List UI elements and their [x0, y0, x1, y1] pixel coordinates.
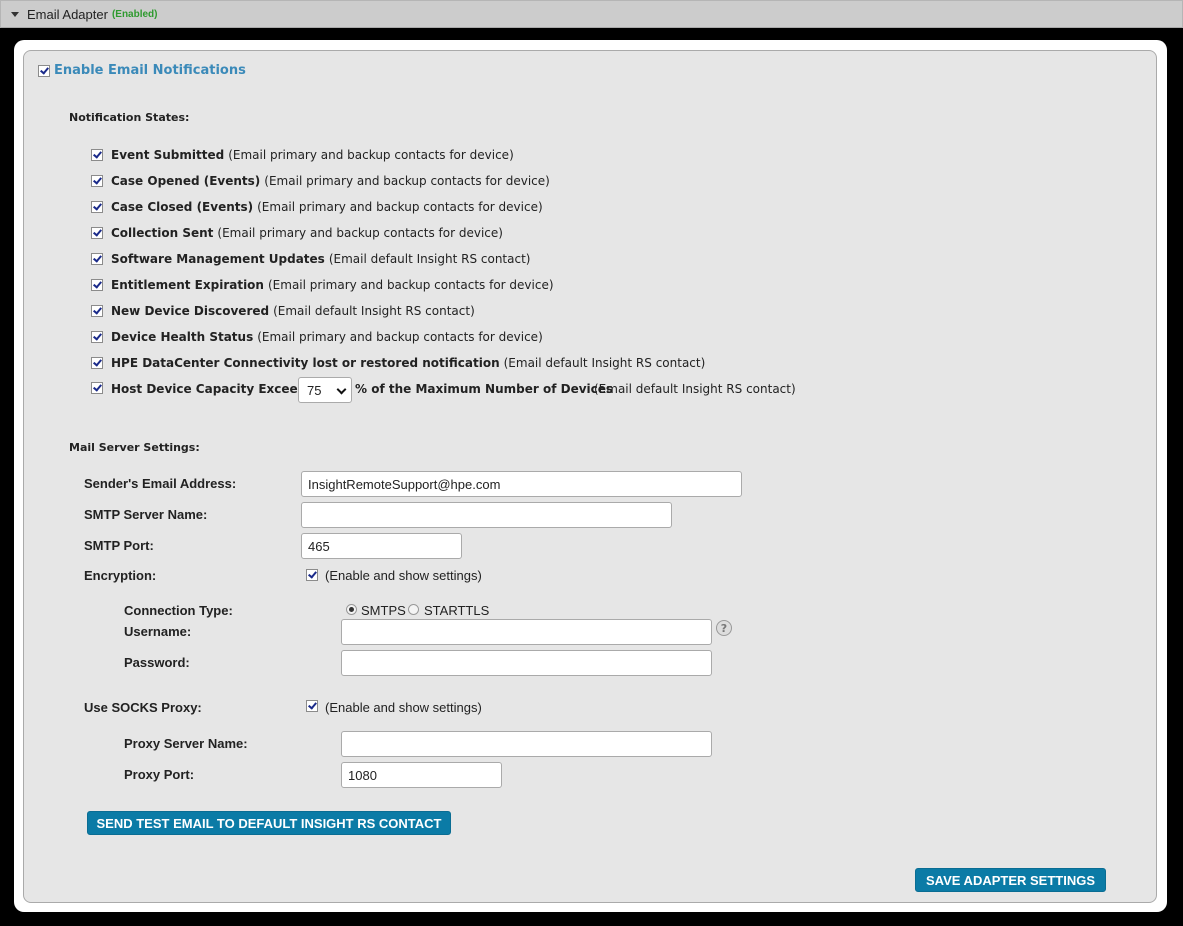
smtp-port-input[interactable] — [301, 533, 462, 559]
notification-states-title: Notification States: — [69, 111, 190, 124]
triangle-down-icon[interactable] — [11, 12, 19, 17]
notification-label: Case Closed (Events) — [111, 200, 254, 214]
notification-item: Case Closed (Events) (Email primary and … — [91, 199, 543, 215]
username-input[interactable] — [341, 619, 712, 645]
notification-checkbox[interactable] — [91, 175, 103, 187]
notification-desc: (Email primary and backup contacts for d… — [228, 148, 514, 162]
notification-label: New Device Discovered — [111, 304, 270, 318]
notification-label: Software Management Updates — [111, 252, 325, 266]
notification-checkbox[interactable] — [91, 227, 103, 239]
notification-label: Entitlement Expiration — [111, 278, 264, 292]
proxy-port-input[interactable] — [341, 762, 502, 788]
password-label: Password: — [124, 655, 190, 670]
notification-item: New Device Discovered (Email default Ins… — [91, 303, 475, 319]
starttls-label: STARTTLS — [424, 603, 490, 618]
notification-desc: (Email primary and backup contacts for d… — [267, 278, 554, 292]
notification-item: Case Opened (Events) (Email primary and … — [91, 173, 550, 189]
notification-label: HPE DataCenter Connectivity lost or rest… — [111, 356, 500, 370]
chevron-down-icon — [336, 384, 347, 395]
notification-label: Device Health Status — [111, 330, 254, 344]
username-label: Username: — [124, 624, 192, 639]
notification-item: Software Management Updates (Email defau… — [91, 251, 530, 267]
connection-type-label: Connection Type: — [124, 603, 233, 618]
encryption-text: (Enable and show settings) — [325, 568, 482, 583]
notification-item: Event Submitted (Email primary and backu… — [91, 147, 514, 163]
socks-proxy-checkbox[interactable] — [306, 700, 318, 712]
sender-email-input[interactable] — [301, 471, 742, 497]
proxy-server-label: Proxy Server Name: — [124, 736, 248, 751]
password-input[interactable] — [341, 650, 712, 676]
capacity-percent-select[interactable]: 75 — [298, 377, 352, 403]
smtp-server-label: SMTP Server Name: — [84, 507, 208, 522]
notification-desc: (Email default Insight RS contact) — [503, 356, 706, 370]
question-mark-icon[interactable]: ? — [716, 620, 732, 636]
notification-checkbox[interactable] — [91, 305, 103, 317]
notification-desc: (Email primary and backup contacts for d… — [257, 200, 543, 214]
notification-checkbox[interactable] — [91, 279, 103, 291]
notification-checkbox[interactable] — [91, 253, 103, 265]
mail-server-settings-title: Mail Server Settings: — [69, 441, 200, 454]
notification-label: Event Submitted — [111, 148, 225, 162]
notification-desc: (Email primary and backup contacts for d… — [257, 330, 543, 344]
proxy-port-label: Proxy Port: — [124, 767, 195, 782]
notification-checkbox[interactable] — [91, 201, 103, 213]
smtp-server-input[interactable] — [301, 502, 672, 528]
adapter-header[interactable]: Email Adapter (Enabled) — [0, 0, 1183, 28]
notification-desc: (Email primary and backup contacts for d… — [264, 174, 550, 188]
encryption-checkbox[interactable] — [306, 569, 318, 581]
capacity-checkbox[interactable] — [91, 382, 103, 394]
save-adapter-settings-button[interactable]: SAVE ADAPTER SETTINGS — [915, 868, 1106, 892]
capacity-label-after: % of the Maximum Number of Devices — [355, 382, 614, 396]
proxy-server-input[interactable] — [341, 731, 712, 757]
smtps-label: SMTPS — [361, 603, 406, 618]
sender-email-label: Sender's Email Address: — [84, 476, 237, 491]
enable-email-notifications-label: Enable Email Notifications — [54, 63, 246, 78]
capacity-selected-value: 75 — [307, 382, 322, 398]
starttls-radio[interactable] — [408, 604, 419, 615]
enable-email-notifications-checkbox[interactable] — [38, 65, 50, 77]
smtp-port-label: SMTP Port: — [84, 538, 154, 553]
notification-checkbox[interactable] — [91, 331, 103, 343]
smtps-radio[interactable] — [346, 604, 357, 615]
send-test-email-button[interactable]: SEND TEST EMAIL TO DEFAULT INSIGHT RS CO… — [87, 811, 451, 835]
notification-item: Device Health Status (Email primary and … — [91, 329, 543, 345]
notification-label: Case Opened (Events) — [111, 174, 261, 188]
notification-item: Entitlement Expiration (Email primary an… — [91, 277, 554, 293]
capacity-desc: (Email default Insight RS contact) — [594, 382, 796, 396]
notification-desc: (Email primary and backup contacts for d… — [217, 226, 503, 240]
adapter-status-badge: (Enabled) — [111, 8, 158, 20]
notification-item: HPE DataCenter Connectivity lost or rest… — [91, 355, 705, 371]
notification-desc: (Email default Insight RS contact) — [328, 252, 531, 266]
socks-proxy-text: (Enable and show settings) — [325, 700, 482, 715]
notification-checkbox[interactable] — [91, 357, 103, 369]
socks-proxy-label: Use SOCKS Proxy: — [84, 700, 202, 715]
capacity-label: Host Device Capacity Exceeds — [111, 382, 314, 396]
notification-label: Collection Sent — [111, 226, 214, 240]
notification-item: Collection Sent (Email primary and backu… — [91, 225, 503, 241]
notification-desc: (Email default Insight RS contact) — [273, 304, 475, 318]
notification-checkbox[interactable] — [91, 149, 103, 161]
encryption-label: Encryption: — [84, 568, 157, 583]
adapter-title: Email Adapter — [27, 6, 108, 22]
